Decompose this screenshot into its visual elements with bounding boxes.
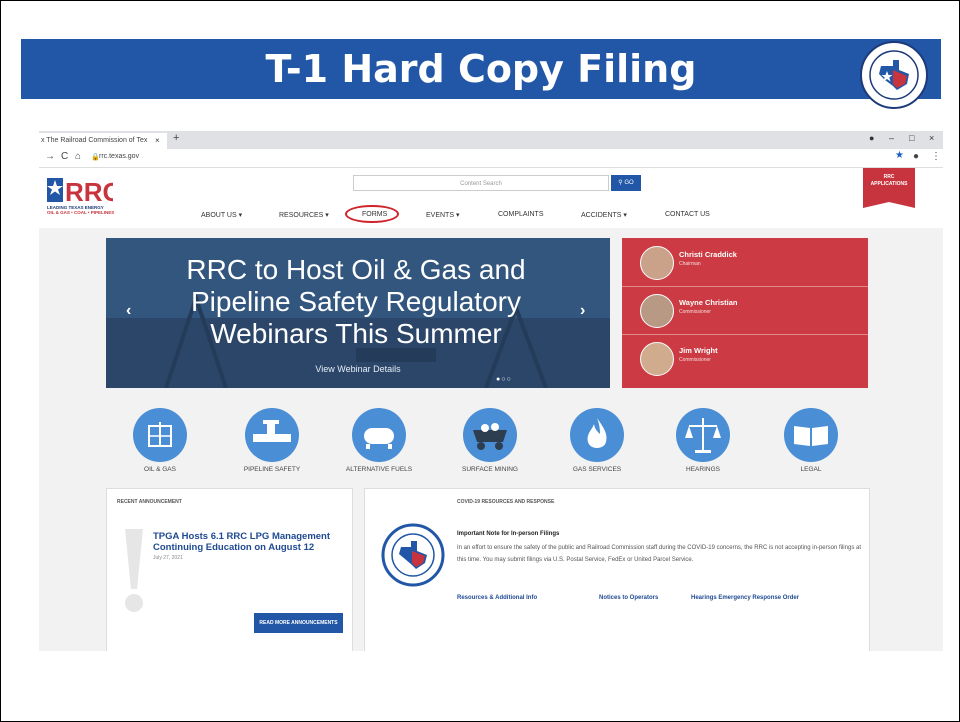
announcement-title[interactable]: TPGA Hosts 6.1 RRC LPG Management Contin… xyxy=(153,531,333,553)
browser-tab-bar: x The Railroad Commission of Tex × + ● –… xyxy=(39,131,943,149)
commissioner-item[interactable]: Christi Craddick Chairman xyxy=(622,238,868,287)
commissioner-name: Christi Craddick xyxy=(679,250,737,259)
commissioners-panel: Christi Craddick Chairman Wayne Christia… xyxy=(622,238,868,388)
category-hearings[interactable]: HEARINGS xyxy=(648,408,758,473)
covid-important-heading: Important Note for In-person Filings xyxy=(457,531,560,537)
category-label: ALTERNATIVE FUELS xyxy=(345,466,413,473)
covid-card: COVID-19 RESOURCES AND RESPONSE Importan… xyxy=(364,488,870,651)
search-input[interactable]: Content Search xyxy=(353,175,609,191)
new-tab-icon[interactable]: + xyxy=(173,132,179,144)
category-label: HEARINGS xyxy=(686,466,720,473)
search-go-button[interactable]: ⚲ GO xyxy=(611,175,641,191)
go-label: GO xyxy=(624,180,634,186)
tab-close-icon[interactable]: × xyxy=(155,133,160,149)
profile-icon[interactable]: ● xyxy=(913,151,919,162)
account-circle-icon[interactable]: ● xyxy=(869,133,874,143)
card-header: COVID-19 RESOURCES AND RESPONSE xyxy=(457,499,555,505)
menu-contact-us[interactable]: CONTACT US xyxy=(665,211,710,218)
bookmark-star-icon[interactable]: ★ xyxy=(895,150,904,161)
commissioner-item[interactable]: Jim Wright Commissioner xyxy=(622,334,868,382)
category-label: LEGAL xyxy=(800,466,822,473)
category-gas-services[interactable]: GAS SERVICES xyxy=(542,408,652,473)
rrc-website: RRC LEADING TEXAS ENERGY OIL & GAS • COA… xyxy=(39,168,943,651)
search-icon: ⚲ xyxy=(618,180,623,186)
title-banner: T-1 Hard Copy Filing xyxy=(21,39,941,99)
category-legal[interactable]: LEGAL xyxy=(756,408,866,473)
commissioner-item[interactable]: Wayne Christian Commissioner xyxy=(622,286,868,335)
gas-flame-icon xyxy=(587,418,607,448)
category-label: SURFACE MINING xyxy=(462,466,518,473)
url-field[interactable]: rrc.texas.gov xyxy=(99,153,139,160)
category-label: GAS SERVICES xyxy=(572,466,622,473)
reload-icon[interactable]: C xyxy=(61,151,68,162)
hero-carousel[interactable]: RRC to Host Oil & Gas and Pipeline Safet… xyxy=(106,238,610,388)
menu-about-us[interactable]: ABOUT US ▾ xyxy=(201,211,242,219)
category-pipeline-safety[interactable]: PIPELINE SAFETY xyxy=(217,408,327,473)
announcement-date: July 27, 2021 xyxy=(153,555,183,561)
hearings-order-link[interactable]: Hearings Emergency Response Order xyxy=(691,595,799,601)
commissioner-role: Commissioner xyxy=(679,309,711,315)
commissioner-name: Wayne Christian xyxy=(679,298,738,307)
open-book-icon xyxy=(794,426,828,446)
carousel-next-icon[interactable]: › xyxy=(580,302,585,320)
notices-link[interactable]: Notices to Operators xyxy=(599,595,658,601)
rrc-seal-icon xyxy=(381,523,445,587)
pipeline-icon xyxy=(253,420,291,442)
category-label: PIPELINE SAFETY xyxy=(243,466,301,473)
slide-title: T-1 Hard Copy Filing xyxy=(265,47,697,91)
browser-tab[interactable]: x The Railroad Commission of Tex × xyxy=(39,133,167,149)
forward-icon[interactable]: → xyxy=(45,151,55,162)
mining-cart-icon xyxy=(473,423,507,450)
browser-tab-title: x The Railroad Commission of Tex xyxy=(41,137,148,144)
rrc-logo[interactable]: RRC xyxy=(47,174,113,204)
announcement-card: RECENT ANNOUNCEMENT TPGA Hosts 6.1 RRC L… xyxy=(106,488,353,651)
logo-tagline: LEADING TEXAS ENERGY OIL & GAS • COAL • … xyxy=(47,205,115,215)
forms-highlight-circle xyxy=(345,205,399,223)
address-bar: → C ⌂ 🔒 rrc.texas.gov ★ ● ⋮ xyxy=(39,149,943,168)
rrc-applications-button[interactable]: RRC APPLICATIONS xyxy=(863,168,915,208)
avatar xyxy=(640,342,674,376)
category-surface-mining[interactable]: SURFACE MINING xyxy=(435,408,545,473)
rrc-seal-logo xyxy=(860,41,928,109)
category-alternative-fuels[interactable]: ALTERNATIVE FUELS xyxy=(324,408,434,473)
maximize-icon[interactable]: □ xyxy=(909,133,914,143)
scales-icon xyxy=(685,418,721,453)
menu-dots-icon[interactable]: ⋮ xyxy=(931,151,941,162)
category-oil-gas[interactable]: OIL & GAS xyxy=(105,408,215,473)
menu-events[interactable]: EVENTS ▾ xyxy=(426,211,459,219)
logo-text: RRC xyxy=(65,177,113,204)
fuel-tank-icon xyxy=(364,428,394,449)
carousel-dots[interactable]: ●○○ xyxy=(496,376,512,383)
avatar xyxy=(640,294,674,328)
read-more-button[interactable]: READ MORE ANNOUNCEMENTS xyxy=(254,613,343,633)
covid-body-text: In an effort to ensure the safety of the… xyxy=(457,545,861,563)
category-label: OIL & GAS xyxy=(144,466,176,473)
website-screenshot: x The Railroad Commission of Tex × + ● –… xyxy=(39,131,943,651)
commissioner-name: Jim Wright xyxy=(679,346,718,355)
menu-accidents[interactable]: ACCIDENTS ▾ xyxy=(581,211,627,219)
menu-resources[interactable]: RESOURCES ▾ xyxy=(279,211,329,219)
slide: T-1 Hard Copy Filing x The Railroad Comm… xyxy=(0,0,960,722)
card-header: RECENT ANNOUNCEMENT xyxy=(117,499,182,505)
home-icon[interactable]: ⌂ xyxy=(75,151,81,162)
commissioner-role: Commissioner xyxy=(679,357,711,363)
menu-complaints[interactable]: COMPLAINTS xyxy=(498,211,544,218)
avatar xyxy=(640,246,674,280)
oil-derrick-icon xyxy=(148,422,172,447)
resources-link[interactable]: Resources & Additional Info xyxy=(457,595,537,601)
hero-headline: RRC to Host Oil & Gas and Pipeline Safet… xyxy=(186,254,526,349)
minimize-icon[interactable]: – xyxy=(889,133,894,143)
site-header: RRC LEADING TEXAS ENERGY OIL & GAS • COA… xyxy=(39,168,943,228)
close-window-icon[interactable]: × xyxy=(929,133,934,143)
exclamation-icon xyxy=(125,529,143,612)
commissioner-role: Chairman xyxy=(679,261,701,267)
carousel-prev-icon[interactable]: ‹ xyxy=(126,302,131,320)
view-webinar-link[interactable]: View Webinar Details xyxy=(106,364,610,374)
